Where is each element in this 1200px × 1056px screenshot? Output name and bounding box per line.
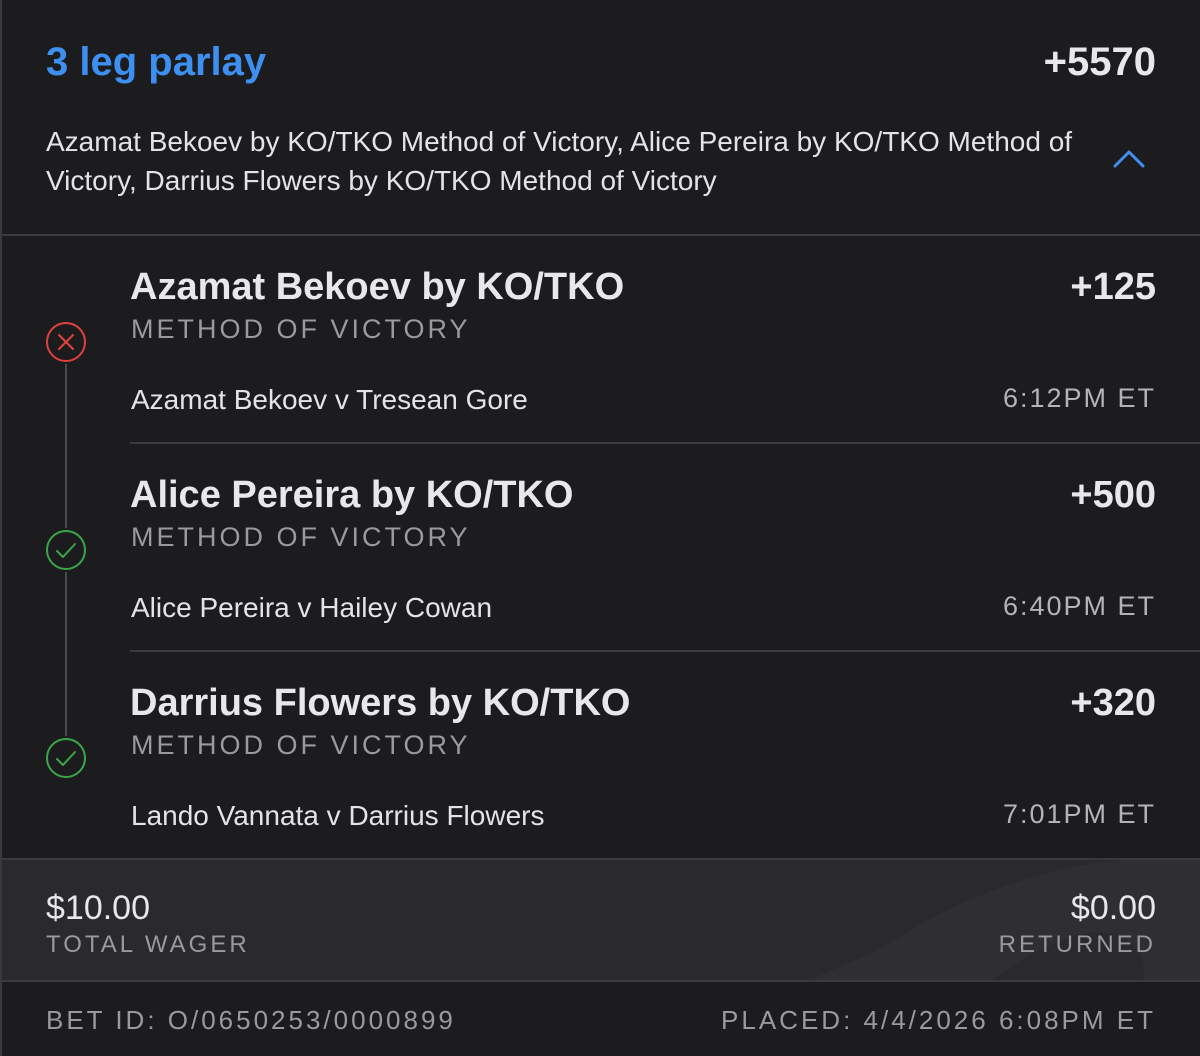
check-circle-icon (44, 736, 88, 780)
returned-label: RETURNED (998, 931, 1156, 958)
leg-item[interactable]: Azamat Bekoev by KO/TKO +125 METHOD OF V… (2, 236, 1200, 444)
leg-market: METHOD OF VICTORY (131, 522, 471, 552)
leg-item[interactable]: Darrius Flowers by KO/TKO +320 METHOD OF… (2, 652, 1200, 860)
leg-time: 6:12PM ET (1002, 383, 1156, 413)
total-wager-label: TOTAL WAGER (46, 931, 250, 958)
leg-odds: +320 (1070, 682, 1156, 724)
leg-odds: +500 (1070, 474, 1156, 516)
parlay-odds: +5570 (1043, 40, 1156, 84)
bet-id: BET ID: O/0650253/0000899 (46, 1005, 456, 1035)
parlay-header[interactable]: 3 leg parlay +5570 Azamat Bekoev by KO/T… (2, 0, 1200, 236)
leg-market: METHOD OF VICTORY (131, 730, 471, 760)
leg-time: 7:01PM ET (1002, 799, 1156, 829)
parlay-description: Azamat Bekoev by KO/TKO Method of Victor… (46, 126, 1073, 196)
x-circle-icon (44, 320, 88, 364)
chevron-up-icon[interactable] (1112, 147, 1146, 169)
leg-matchup: Azamat Bekoev v Tresean Gore (131, 384, 528, 415)
parlay-title: 3 leg parlay (46, 40, 267, 84)
bet-footer: BET ID: O/0650253/0000899 PLACED: 4/4/20… (2, 982, 1200, 1056)
returned-amount: $0.00 (1070, 889, 1156, 927)
leg-time: 6:40PM ET (1002, 591, 1156, 621)
wager-summary: $10.00 TOTAL WAGER $0.00 RETURNED (2, 858, 1200, 982)
leg-selection: Darrius Flowers by KO/TKO (130, 682, 631, 724)
leg-odds: +125 (1070, 266, 1156, 308)
leg-matchup: Alice Pereira v Hailey Cowan (131, 592, 493, 623)
total-wager-amount: $10.00 (46, 889, 150, 927)
parlay-legs: Azamat Bekoev by KO/TKO +125 METHOD OF V… (2, 236, 1200, 858)
placed-timestamp: PLACED: 4/4/2026 6:08PM ET (721, 1005, 1156, 1035)
leg-matchup: Lando Vannata v Darrius Flowers (131, 800, 545, 831)
leg-selection: Azamat Bekoev by KO/TKO (130, 266, 625, 308)
leg-selection: Alice Pereira by KO/TKO (130, 474, 574, 516)
leg-item[interactable]: Alice Pereira by KO/TKO +500 METHOD OF V… (2, 444, 1200, 652)
bet-card: 3 leg parlay +5570 Azamat Bekoev by KO/T… (0, 0, 1200, 1056)
check-circle-icon (44, 528, 88, 572)
leg-market: METHOD OF VICTORY (131, 314, 471, 344)
